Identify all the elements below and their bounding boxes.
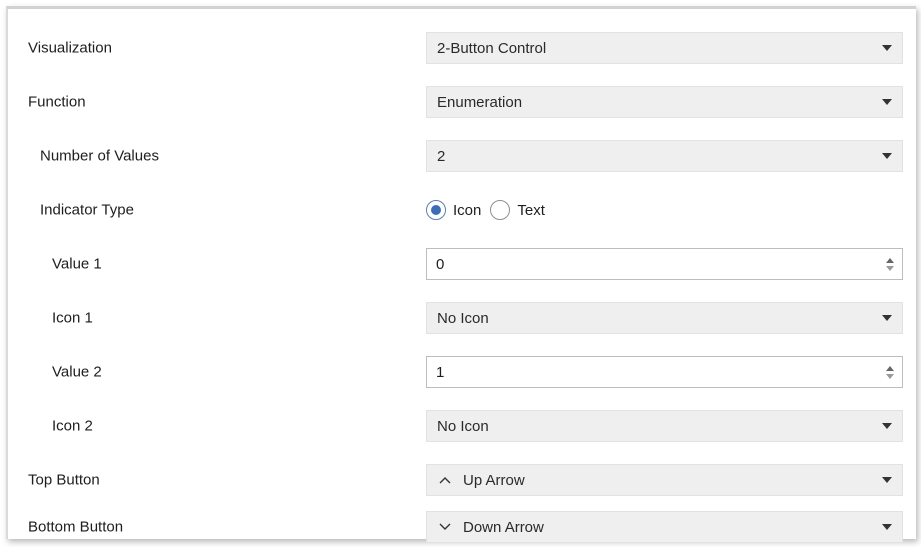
value-2-spinbox[interactable]: 1 bbox=[426, 356, 903, 388]
dropdown-caret-icon bbox=[872, 45, 902, 51]
dropdown-caret-icon bbox=[872, 315, 902, 321]
dropdown-caret-icon bbox=[872, 153, 902, 159]
indicator-option-label: Text bbox=[517, 201, 545, 219]
bottom-button-value-wrap: Down Arrow bbox=[437, 519, 872, 536]
icon-1-label: Icon 1 bbox=[52, 309, 93, 327]
visualization-select[interactable]: 2-Button Control bbox=[426, 32, 903, 64]
radio-button-unchecked[interactable] bbox=[490, 200, 511, 220]
spin-arrows[interactable] bbox=[878, 249, 902, 279]
indicator-type-option-icon[interactable]: Icon bbox=[426, 200, 481, 220]
value-1-label: Value 1 bbox=[52, 255, 102, 273]
row-icon-2: Icon 2 No Icon bbox=[8, 399, 916, 453]
icon-1-select[interactable]: No Icon bbox=[426, 302, 903, 334]
bottom-button-select[interactable]: Down Arrow bbox=[426, 511, 903, 543]
indicator-type-option-text[interactable]: Text bbox=[490, 200, 545, 220]
spin-up-icon[interactable] bbox=[886, 365, 894, 371]
function-label: Function bbox=[28, 93, 86, 111]
bottom-button-value: Down Arrow bbox=[463, 518, 544, 536]
row-value-2: Value 2 1 bbox=[8, 345, 916, 399]
row-top-button: Top Button Up Arrow bbox=[8, 453, 916, 507]
radio-button-checked[interactable] bbox=[426, 200, 446, 220]
dropdown-caret-icon bbox=[872, 423, 902, 429]
row-indicator-type: Indicator Type Icon Text bbox=[8, 183, 916, 237]
indicator-option-label: Icon bbox=[453, 201, 482, 219]
value-2-input[interactable]: 1 bbox=[436, 364, 878, 381]
row-function: Function Enumeration bbox=[8, 75, 916, 129]
row-value-1: Value 1 0 bbox=[8, 237, 916, 291]
function-value: Enumeration bbox=[437, 93, 523, 111]
parameters-panel: Visualization 2-Button Control Function … bbox=[6, 6, 916, 543]
number-of-values-select[interactable]: 2 bbox=[426, 140, 903, 172]
value-1-spinbox[interactable]: 0 bbox=[426, 248, 903, 280]
icon-2-select[interactable]: No Icon bbox=[426, 410, 903, 442]
spin-down-icon[interactable] bbox=[886, 373, 894, 379]
icon-2-value: No Icon bbox=[437, 417, 489, 435]
spin-arrows[interactable] bbox=[878, 357, 902, 387]
top-button-value-wrap: Up Arrow bbox=[437, 472, 872, 489]
spin-up-icon[interactable] bbox=[886, 257, 894, 263]
number-of-values-label: Number of Values bbox=[40, 147, 159, 165]
row-number-of-values: Number of Values 2 bbox=[8, 129, 916, 183]
spin-down-icon[interactable] bbox=[886, 265, 894, 271]
row-visualization: Visualization 2-Button Control bbox=[8, 21, 916, 75]
function-select[interactable]: Enumeration bbox=[426, 86, 903, 118]
top-button-select[interactable]: Up Arrow bbox=[426, 464, 903, 496]
row-bottom-button: Bottom Button Down Arrow bbox=[8, 507, 916, 547]
chevron-down-icon bbox=[437, 523, 453, 531]
top-button-value: Up Arrow bbox=[463, 471, 525, 489]
top-button-label: Top Button bbox=[28, 471, 100, 489]
number-of-values-value: 2 bbox=[437, 147, 446, 165]
value-2-label: Value 2 bbox=[52, 363, 102, 381]
indicator-type-radio-group: Icon Text bbox=[426, 194, 903, 226]
visualization-value: 2-Button Control bbox=[437, 39, 547, 57]
row-icon-1: Icon 1 No Icon bbox=[8, 291, 916, 345]
indicator-type-label: Indicator Type bbox=[40, 201, 134, 219]
chevron-up-icon bbox=[437, 476, 453, 484]
dropdown-caret-icon bbox=[872, 524, 902, 530]
icon-1-value: No Icon bbox=[437, 309, 489, 327]
dropdown-caret-icon bbox=[872, 477, 902, 483]
visualization-label: Visualization bbox=[28, 39, 112, 57]
icon-2-label: Icon 2 bbox=[52, 417, 93, 435]
dropdown-caret-icon bbox=[872, 99, 902, 105]
value-1-input[interactable]: 0 bbox=[436, 256, 878, 273]
bottom-button-label: Bottom Button bbox=[28, 518, 124, 536]
